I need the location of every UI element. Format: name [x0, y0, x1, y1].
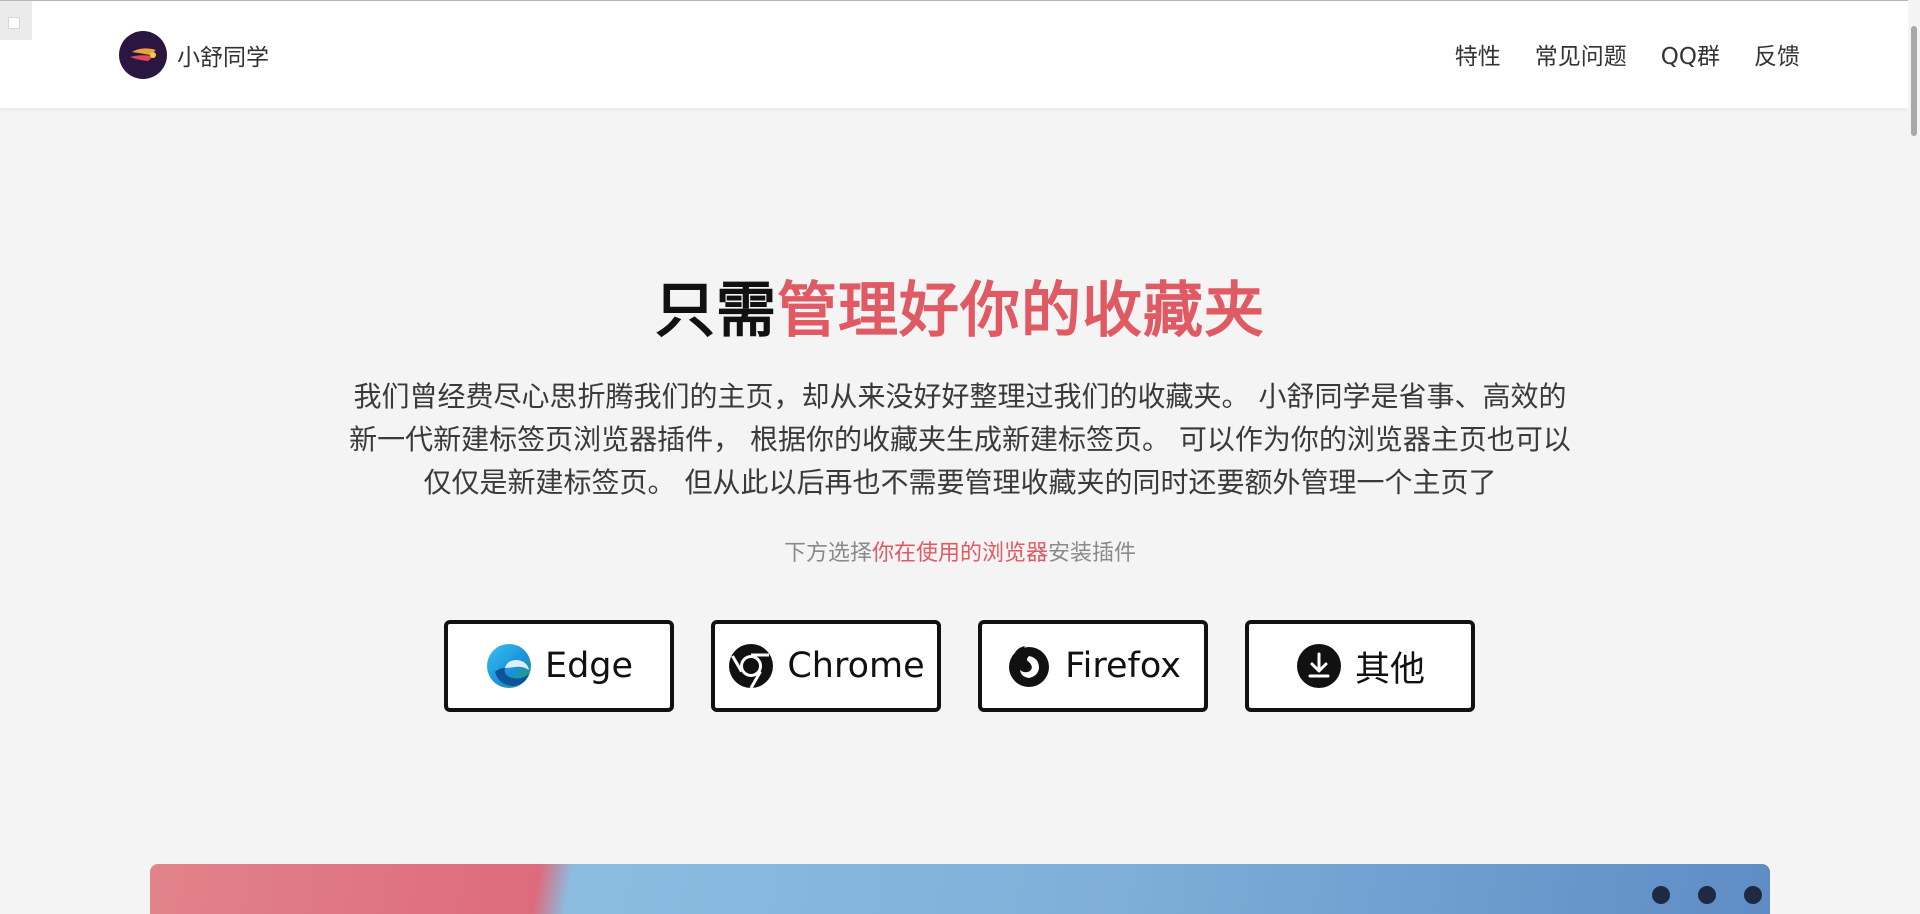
install-hint-after: 安装插件 — [1048, 541, 1137, 566]
nav-item-qq-group[interactable]: QQ群 — [1661, 37, 1720, 71]
preview-gear-icon — [1744, 886, 1762, 904]
brand[interactable]: 小舒同学 — [119, 31, 269, 79]
brand-name: 小舒同学 — [177, 45, 269, 71]
nav-item-faq[interactable]: 常见问题 — [1535, 37, 1627, 71]
hero-title: 只需管理好你的收藏夹 — [0, 262, 1920, 349]
firefox-install-button[interactable]: Firefox — [978, 620, 1208, 712]
page-scrollbar[interactable] — [1908, 0, 1920, 902]
main-nav: 特性 常见问题 QQ群 反馈 — [1455, 37, 1800, 71]
install-hint-accent: 你在使用的浏览器 — [871, 541, 1048, 566]
chrome-install-button[interactable]: Chrome — [711, 620, 941, 712]
preview-weather-icon — [1652, 886, 1670, 904]
page-scrollbar-thumb[interactable] — [1911, 26, 1917, 136]
corner-checkbox — [0, 1, 32, 40]
install-hint-before: 下方选择 — [783, 541, 872, 566]
nav-item-features[interactable]: 特性 — [1455, 37, 1501, 71]
hero-title-plain: 只需 — [655, 276, 777, 346]
preview-user-icon — [1698, 886, 1716, 904]
download-icon — [1295, 642, 1343, 690]
chrome-icon — [727, 642, 775, 690]
edge-install-button[interactable]: Edge — [444, 620, 674, 712]
product-preview-image — [150, 864, 1770, 914]
nav-item-feedback[interactable]: 反馈 — [1754, 37, 1800, 71]
brand-logo-icon — [119, 31, 167, 79]
browser-buttons: Edge Chrome Firefox 其他 — [444, 620, 1475, 712]
install-hint: 下方选择你在使用的浏览器安装插件 — [0, 535, 1920, 567]
other-label: 其他 — [1354, 649, 1425, 690]
edge-label: Edge — [544, 646, 634, 686]
firefox-label: Firefox — [1065, 646, 1181, 686]
chrome-label: Chrome — [787, 646, 925, 686]
edge-icon — [485, 642, 533, 690]
firefox-icon — [1005, 642, 1053, 690]
top-navbar: 小舒同学 特性 常见问题 QQ群 反馈 — [0, 1, 1908, 108]
other-install-button[interactable]: 其他 — [1245, 620, 1475, 712]
hero-description: 我们曾经费尽心思折腾我们的主页，却从来没好好整理过我们的收藏夹。 小舒同学是省事… — [349, 380, 1571, 499]
hero-title-accent: 管理好你的收藏夹 — [777, 276, 1265, 346]
